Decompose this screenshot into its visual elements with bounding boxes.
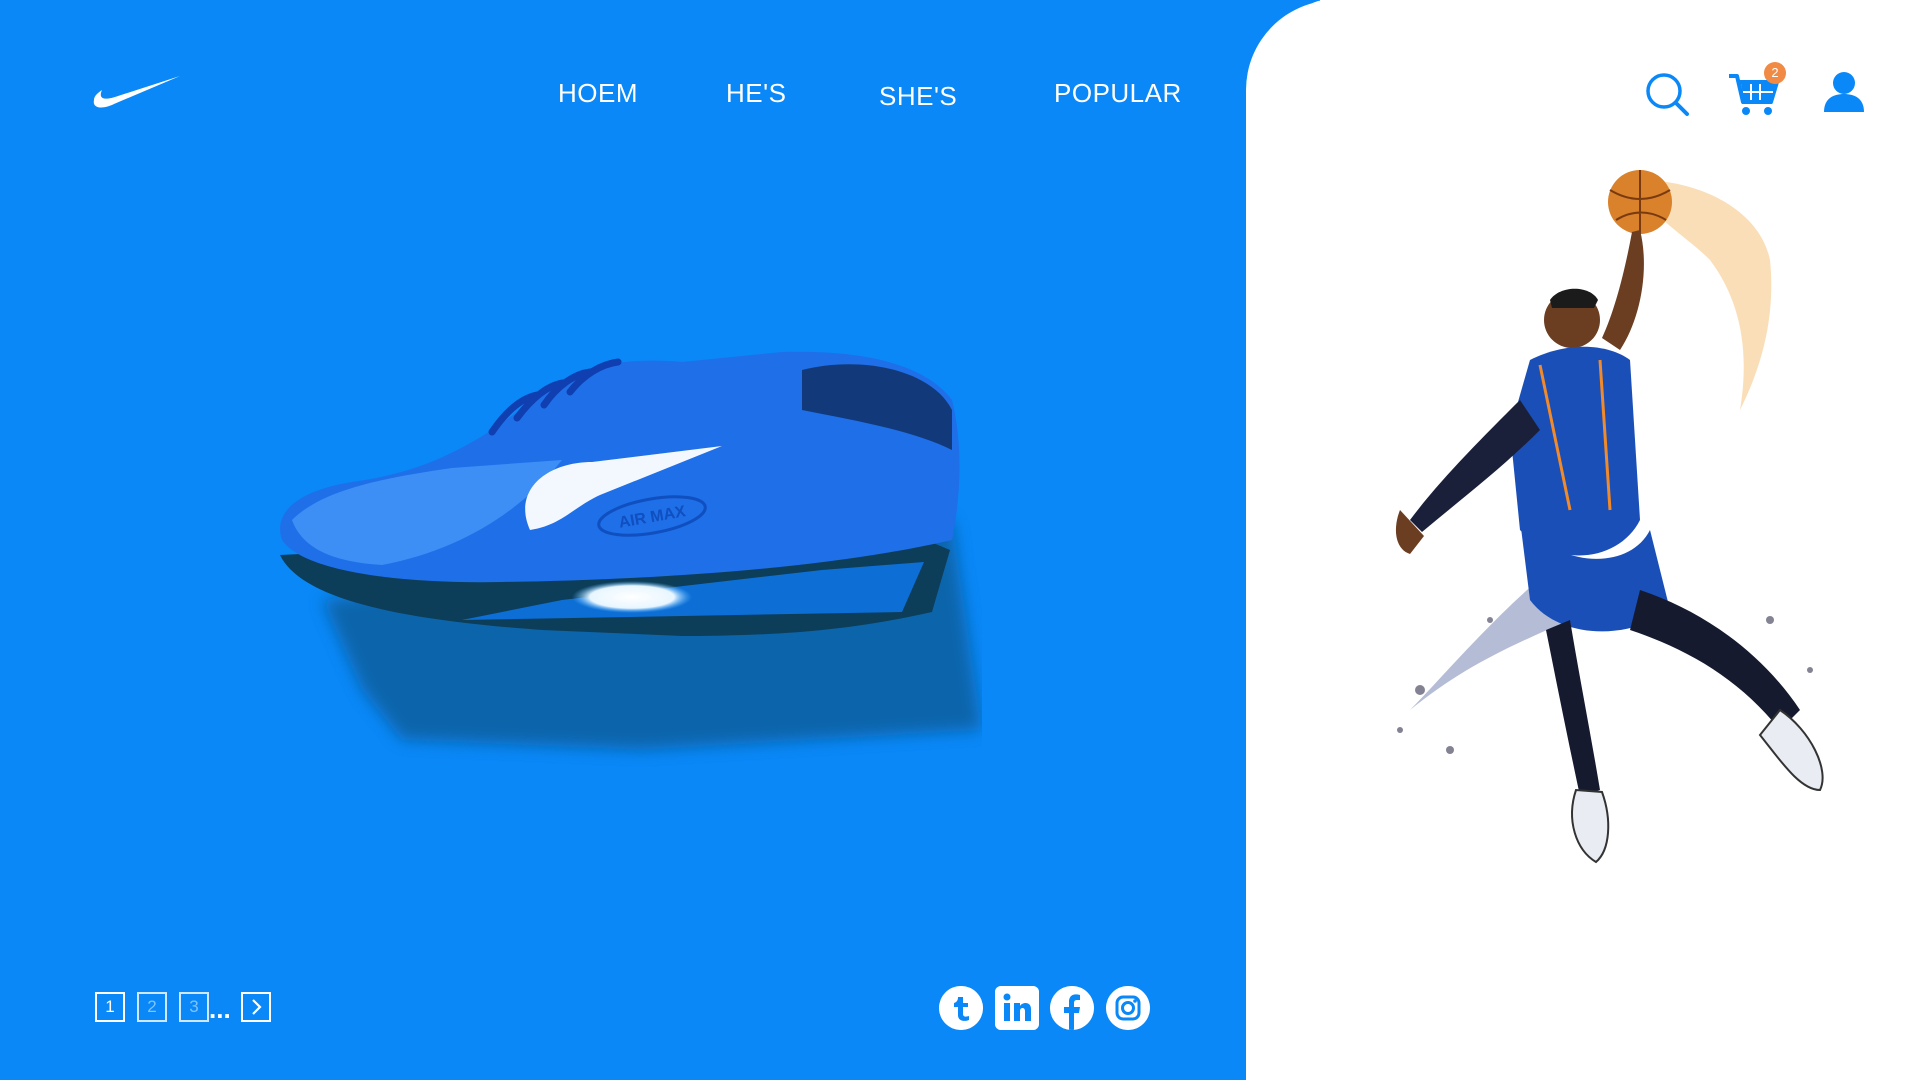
next-page-button[interactable] <box>241 992 271 1022</box>
page-1-button[interactable]: 1 <box>95 992 125 1022</box>
chevron-right-icon <box>252 999 262 1015</box>
linkedin-icon[interactable] <box>995 986 1039 1030</box>
cart-count-badge: 2 <box>1764 62 1786 84</box>
hero-shoe-image: AIR MAX <box>280 351 982 750</box>
instagram-icon[interactable] <box>1106 986 1150 1030</box>
pagination-ellipsis: ... <box>209 994 231 1024</box>
swoosh-logo[interactable] <box>92 74 182 110</box>
nav-item-hes[interactable]: HE'S <box>726 78 786 109</box>
tumblr-icon[interactable] <box>939 986 983 1030</box>
facebook-icon[interactable] <box>1050 986 1094 1030</box>
nav-item-popular[interactable]: POPULAR <box>1054 78 1182 109</box>
basketball-player-illustration <box>1395 170 1824 864</box>
search-icon[interactable] <box>1643 70 1691 118</box>
page-2-button[interactable]: 2 <box>137 992 167 1022</box>
nav-item-shes[interactable]: SHE'S <box>879 81 957 112</box>
nav-item-home[interactable]: HOEM <box>558 78 638 109</box>
user-icon[interactable] <box>1820 68 1868 116</box>
page-3-button[interactable]: 3 <box>179 992 209 1022</box>
